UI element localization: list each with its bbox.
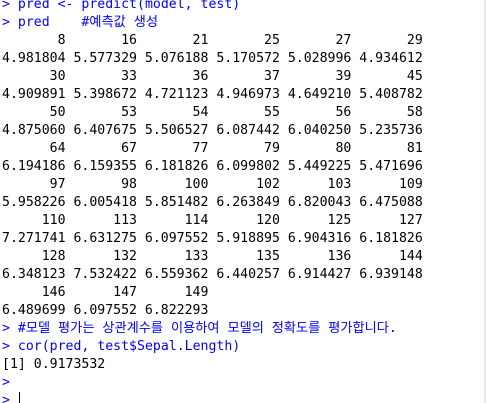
console-output: > pred <- predict(model, test) > pred #예측…	[2, 0, 482, 403]
prompt-symbol: >	[2, 393, 10, 403]
output-line: 4.909891 5.398672 4.721123 4.946973 4.64…	[2, 87, 423, 102]
output-line: 8 16 21 25 27 29	[2, 33, 423, 48]
output-line: 128 132 133 135 136 144	[2, 249, 423, 264]
output-line: 4.981804 5.577329 5.076188 5.170572 5.02…	[2, 51, 423, 66]
command-text: pred <- predict(model, test)	[17, 0, 241, 12]
output-line: 64 67 77 79 80 81	[2, 141, 423, 156]
output-line: 6.348123 7.532422 6.559362 6.440257 6.91…	[2, 267, 423, 282]
command-text: cor(pred, test$Sepal.Length)	[17, 339, 241, 354]
command-line: > cor(pred, test$Sepal.Length)	[2, 338, 482, 356]
prompt-symbol: >	[2, 321, 10, 336]
output-line: 146 147 149	[2, 285, 209, 300]
r-console[interactable]: > pred <- predict(model, test) > pred #예측…	[0, 0, 486, 403]
active-input-line: >	[2, 392, 482, 403]
prompt-symbol: >	[2, 339, 10, 354]
output-line: 97 98 100 102 103 109	[2, 177, 423, 192]
output-line: [1] 0.9173532	[2, 357, 106, 372]
command-text: #모델 평가는 상관계수를 이용하여 모델의 정확도를 평가합니다.	[17, 321, 397, 336]
output-line: 50 53 54 55 56 58	[2, 105, 423, 120]
prompt-symbol: >	[2, 375, 10, 390]
command-text: pred #예측값 생성	[17, 15, 158, 30]
command-line: > pred #예측값 생성	[2, 14, 482, 32]
output-line: 7.271741 6.631275 6.097552 5.918895 6.90…	[2, 231, 423, 246]
output-line: 30 33 36 37 39 45	[2, 69, 423, 84]
output-line: 4.875060 6.407675 5.506527 6.087442 6.04…	[2, 123, 423, 138]
prompt-symbol: >	[2, 15, 10, 30]
output-line: 6.489699 6.097552 6.822293	[2, 303, 209, 318]
prompt-symbol: >	[2, 0, 10, 12]
command-line: > #모델 평가는 상관계수를 이용하여 모델의 정확도를 평가합니다.	[2, 320, 482, 338]
text-cursor	[18, 392, 20, 403]
command-line: >	[2, 374, 482, 392]
output-line: 5.958226 6.005418 5.851482 6.263849 6.82…	[2, 195, 423, 210]
command-line: > pred <- predict(model, test)	[2, 0, 482, 14]
output-line: 6.194186 6.159355 6.181826 6.099802 5.44…	[2, 159, 423, 174]
output-line: 110 113 114 120 125 127	[2, 213, 423, 228]
